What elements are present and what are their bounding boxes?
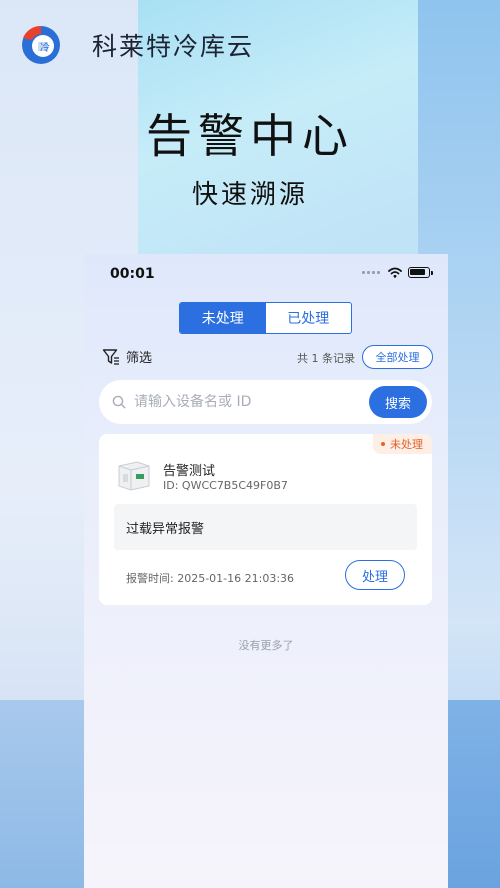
status-tabs: 未处理 已处理 (179, 302, 352, 334)
wifi-icon (388, 267, 402, 278)
process-button[interactable]: 处理 (345, 560, 405, 590)
status-icons (360, 267, 433, 278)
device-id: ID: QWCC7B5C49F0B7 (163, 479, 288, 492)
hero-title: 告警中心 (146, 109, 354, 163)
badge-dot (381, 442, 385, 446)
status-badge-label: 未处理 (390, 438, 423, 451)
alert-card: 未处理 告警测试 ID: QWCC7B5C49F0B7 过载异常报警 报警时间:… (99, 434, 432, 605)
process-all-button[interactable]: 全部处理 (362, 345, 433, 369)
filter-icon (102, 348, 119, 365)
alarm-time: 报警时间: 2025-01-16 21:03:36 (126, 572, 295, 585)
brand-name: 科莱特冷库云 (92, 32, 255, 61)
signal-icon (360, 271, 380, 274)
search-icon (112, 395, 126, 409)
phone-screen: 00:01 未处理 已处理 筛选 共 1 条记录 全部处理 请输入设备名或 ID… (84, 254, 448, 888)
status-time: 00:01 (110, 266, 155, 282)
brand-header: 冷 科莱特冷库云 (20, 24, 254, 66)
app-logo-icon: 冷 (22, 25, 60, 64)
tab-processed[interactable]: 已处理 (266, 303, 352, 333)
alarm-message: 过载异常报警 (126, 521, 205, 537)
hero-subtitle: 快速溯源 (191, 180, 308, 210)
device-image (118, 461, 150, 491)
svg-text:冷: 冷 (40, 41, 50, 54)
search-button[interactable]: 搜索 (369, 386, 427, 418)
record-count: 共 1 条记录 (297, 352, 355, 365)
battery-icon (408, 267, 433, 278)
filter-button[interactable]: 筛选 (102, 347, 152, 366)
search-input[interactable] (134, 394, 354, 410)
tab-unprocessed[interactable]: 未处理 (180, 303, 266, 333)
status-bar: 00:01 (84, 254, 448, 294)
device-name: 告警测试 (163, 464, 216, 479)
no-more-text: 没有更多了 (238, 639, 294, 652)
search-bar: 搜索 (99, 380, 432, 424)
alarm-message-box: 过载异常报警 (114, 504, 417, 550)
filter-label: 筛选 (126, 351, 153, 366)
background-panel-bottom-right (448, 700, 500, 888)
status-badge: 未处理 (373, 434, 432, 454)
